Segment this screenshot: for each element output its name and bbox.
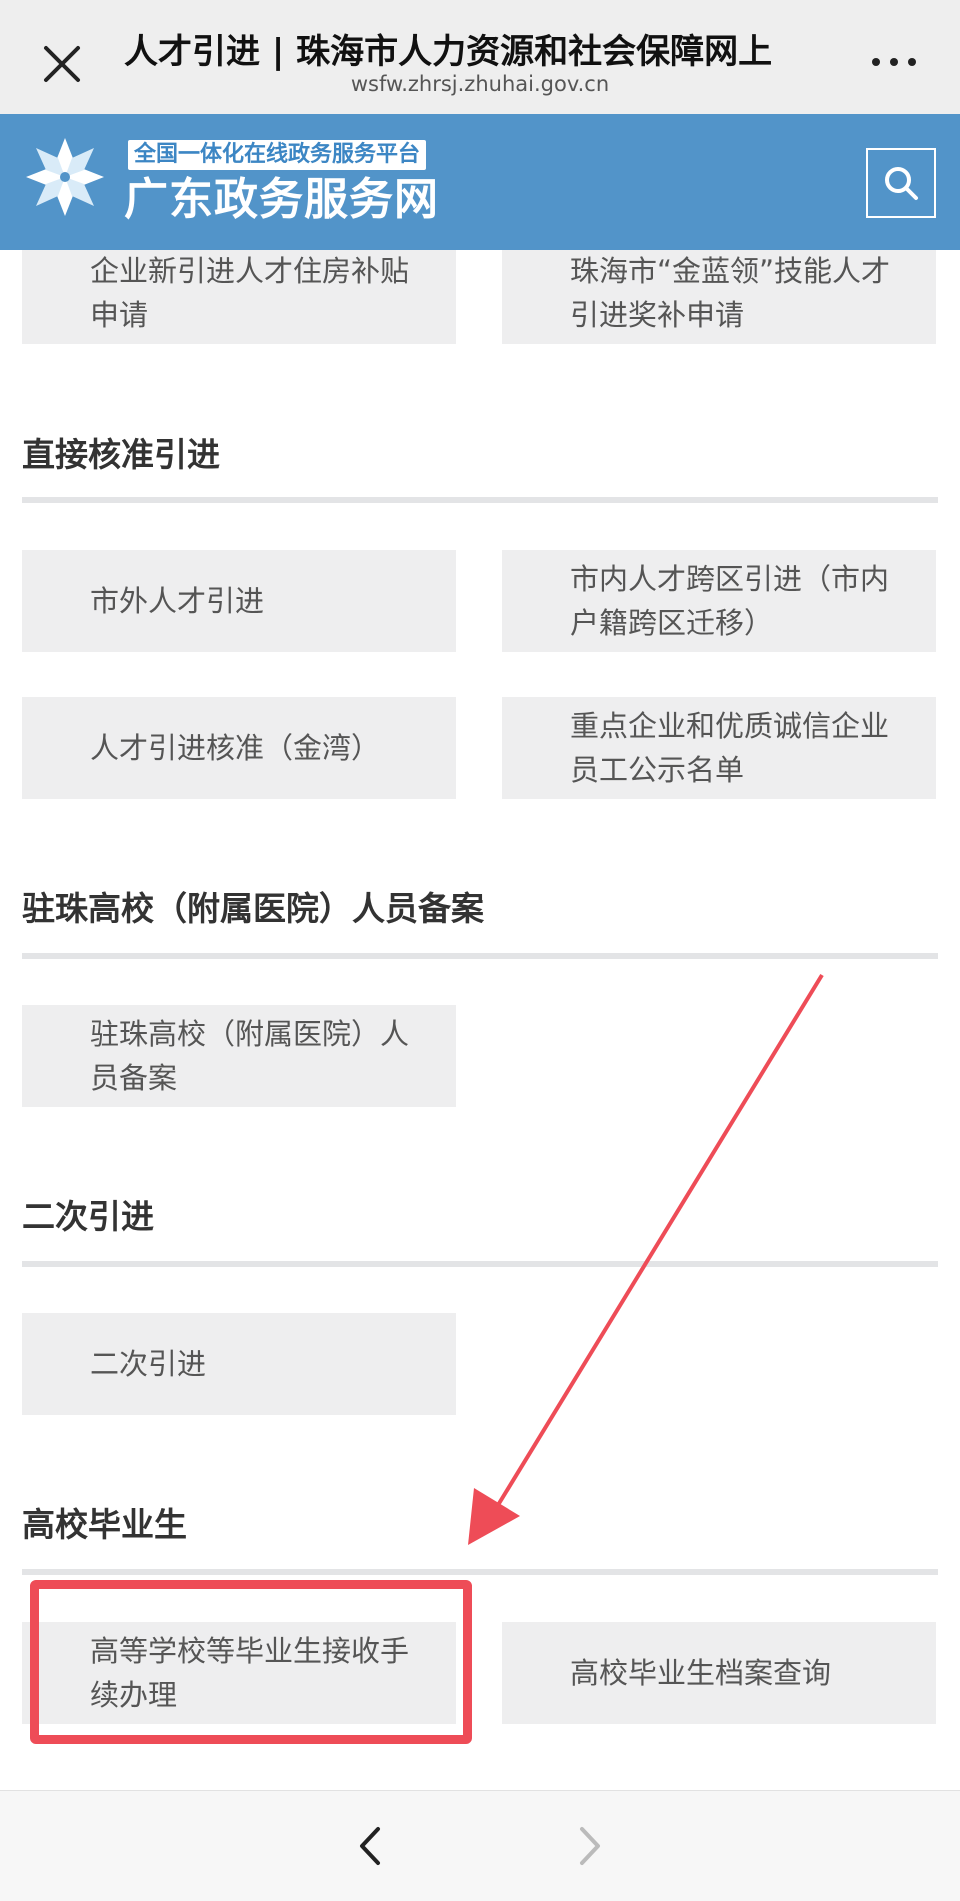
section-divider (22, 1261, 938, 1267)
service-card[interactable]: 二次引进 (22, 1313, 456, 1415)
logo-icon[interactable] (22, 134, 108, 220)
page-title: 人才引进 | 珠海市人力资源和社会保障网上 (124, 32, 773, 72)
page-url: wsfw.zhrsj.zhuhai.gov.cn (350, 72, 610, 96)
service-card-label: 二次引进 (90, 1347, 207, 1381)
service-card[interactable]: 企业新引进人才住房补贴申请 (22, 250, 456, 344)
annotation-highlight-box (30, 1580, 472, 1744)
more-icon (890, 58, 898, 66)
more-button[interactable] (872, 50, 916, 74)
section-divider (22, 953, 938, 959)
chevron-left-icon (360, 1827, 380, 1865)
service-card[interactable]: 市内人才跨区引进（市内户籍跨区迁移） (502, 550, 936, 652)
service-card-label: 企业新引进人才住房补贴申请 (90, 254, 410, 332)
section-title: 直接核准引进 (22, 435, 220, 474)
section-divider (22, 497, 938, 503)
site-header: 全国一体化在线政务服务平台 广东政务服务网 (0, 114, 960, 250)
section-title: 高校毕业生 (22, 1505, 187, 1544)
service-card[interactable]: 高校毕业生档案查询 (502, 1622, 936, 1724)
service-card[interactable]: 珠海市“金蓝领”技能人才引进奖补申请 (502, 250, 936, 344)
more-icon (908, 58, 916, 66)
main-content: 企业新引进人才住房补贴申请 珠海市“金蓝领”技能人才引进奖补申请 直接核准引进 … (0, 250, 960, 1790)
search-icon (885, 167, 918, 200)
chevron-right-icon (580, 1827, 600, 1865)
section-title: 驻珠高校（附属医院）人员备案 (22, 889, 484, 928)
service-card-label: 重点企业和优质诚信企业员工公示名单 (570, 709, 890, 787)
section-title: 二次引进 (22, 1197, 154, 1236)
service-card[interactable]: 人才引进核准（金湾） (22, 697, 456, 799)
service-card-label: 市外人才引进 (90, 584, 265, 618)
service-card-label: 高校毕业生档案查询 (570, 1656, 832, 1690)
service-card-label: 市内人才跨区引进（市内户籍跨区迁移） (570, 562, 890, 640)
brand-subtitle: 全国一体化在线政务服务平台 (128, 140, 427, 170)
page: 人才引进 | 珠海市人力资源和社会保障网上 wsfw.zhrsj.zhuhai.… (0, 0, 960, 1901)
service-card-label: 驻珠高校（附属医院）人员备案 (90, 1017, 410, 1095)
service-card-label: 人才引进核准（金湾） (90, 731, 381, 765)
forward-button[interactable] (570, 1821, 610, 1871)
back-button[interactable] (350, 1821, 390, 1871)
search-button[interactable] (866, 148, 936, 218)
section-divider (22, 1569, 938, 1575)
browser-bar: 人才引进 | 珠海市人力资源和社会保障网上 wsfw.zhrsj.zhuhai.… (0, 0, 960, 114)
service-card-label: 珠海市“金蓝领”技能人才引进奖补申请 (570, 254, 891, 332)
service-card[interactable]: 市外人才引进 (22, 550, 456, 652)
bottom-navigation (0, 1790, 960, 1901)
service-card[interactable]: 驻珠高校（附属医院）人员备案 (22, 1005, 456, 1107)
more-icon (872, 58, 880, 66)
service-card[interactable]: 重点企业和优质诚信企业员工公示名单 (502, 697, 936, 799)
brand-name[interactable]: 广东政务服务网 (124, 174, 439, 226)
